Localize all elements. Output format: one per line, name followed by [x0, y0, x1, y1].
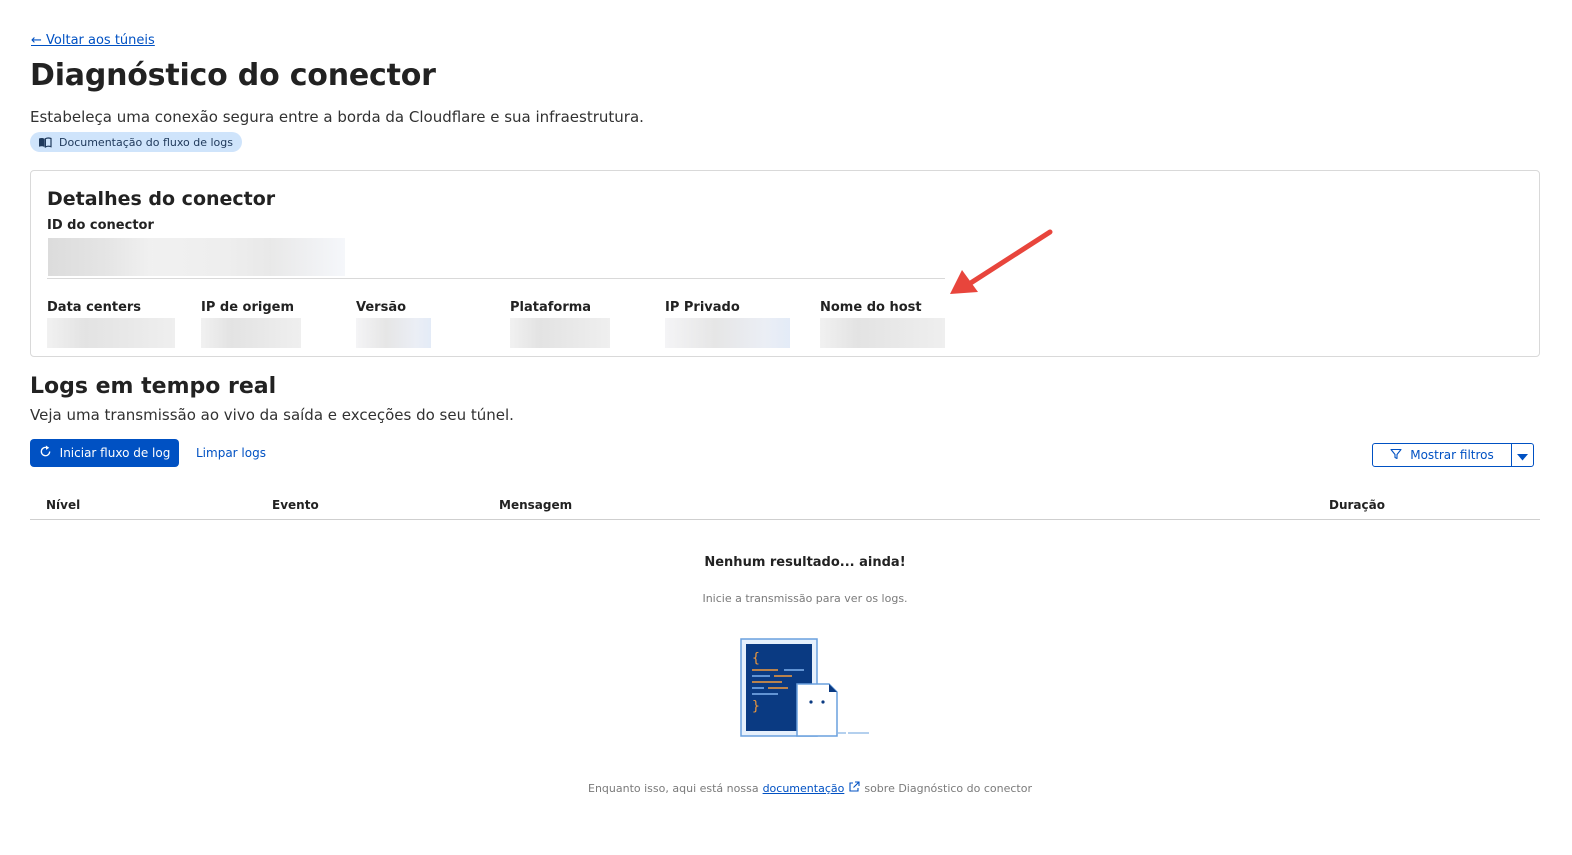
svg-text:{: {	[752, 651, 760, 666]
documentation-link[interactable]: documentação	[763, 782, 845, 795]
show-filters-label: Mostrar filtros	[1410, 448, 1494, 462]
footer-prefix: Enquanto isso, aqui está nossa	[588, 782, 759, 795]
column-event[interactable]: Evento	[272, 498, 319, 512]
field-platform: Plataforma	[510, 300, 610, 348]
field-label: Data centers	[47, 300, 142, 315]
external-link-icon[interactable]	[848, 781, 860, 796]
empty-logs-illustration-icon: { }	[740, 638, 869, 737]
refresh-icon	[39, 445, 52, 461]
start-log-stream-button[interactable]: Iniciar fluxo de log	[30, 439, 179, 467]
field-label: Nome do host	[820, 300, 922, 315]
docs-pill-label: Documentação do fluxo de logs	[59, 135, 233, 149]
live-logs-title: Logs em tempo real	[30, 374, 277, 399]
connector-details-title: Detalhes do conector	[47, 188, 276, 210]
column-duration[interactable]: Duração	[1329, 498, 1385, 512]
card-divider	[47, 278, 945, 279]
connector-id-label: ID do conector	[47, 218, 154, 233]
caret-down-icon	[1517, 446, 1528, 465]
field-value-redacted	[820, 318, 945, 348]
empty-state-title: Nenhum resultado... ainda!	[704, 555, 906, 570]
annotation-arrow-icon	[950, 229, 1053, 294]
field-label: Versão	[356, 300, 407, 315]
start-button-label: Iniciar fluxo de log	[59, 446, 171, 460]
filter-split-button: Mostrar filtros	[1372, 443, 1534, 467]
field-data-centers: Data centers	[47, 300, 175, 348]
filter-dropdown-toggle[interactable]	[1512, 444, 1533, 466]
field-origin-ip: IP de origem	[201, 300, 301, 348]
field-value-redacted	[201, 318, 301, 348]
field-value-redacted	[510, 318, 610, 348]
field-value-redacted	[47, 318, 175, 348]
column-message[interactable]: Mensagem	[499, 498, 572, 512]
book-icon	[38, 136, 52, 148]
clear-logs-link[interactable]: Limpar logs	[196, 446, 266, 460]
log-stream-docs-pill[interactable]: Documentação do fluxo de logs	[30, 132, 242, 152]
logs-table-header: Nível Evento Mensagem Duração	[30, 492, 1540, 520]
page-title: Diagnóstico do conector	[30, 58, 436, 93]
field-label: IP Privado	[665, 300, 740, 315]
back-to-tunnels-link[interactable]: ← Voltar aos túneis	[31, 33, 155, 48]
page-subtitle: Estabeleça uma conexão segura entre a bo…	[30, 108, 644, 126]
footer-suffix: sobre Diagnóstico do conector	[864, 782, 1032, 795]
show-filters-button[interactable]: Mostrar filtros	[1373, 444, 1512, 466]
filter-icon	[1390, 448, 1402, 463]
connector-id-value-redacted	[48, 238, 345, 276]
footer-note: Enquanto isso, aqui está nossa documenta…	[588, 781, 1032, 796]
column-level[interactable]: Nível	[46, 498, 80, 512]
field-private-ip: IP Privado	[665, 300, 790, 348]
live-logs-subtitle: Veja uma transmissão ao vivo da saída e …	[30, 406, 514, 424]
field-value-redacted	[665, 318, 790, 348]
field-label: IP de origem	[201, 300, 295, 315]
field-hostname: Nome do host	[820, 300, 945, 348]
connector-details-card: Detalhes do conector ID do conector Data…	[30, 170, 1540, 357]
field-version: Versão	[356, 300, 431, 348]
empty-state-hint: Inicie a transmissão para ver os logs.	[702, 592, 908, 605]
field-label: Plataforma	[510, 300, 592, 315]
svg-text:}: }	[752, 699, 760, 714]
field-value-redacted	[356, 318, 431, 348]
